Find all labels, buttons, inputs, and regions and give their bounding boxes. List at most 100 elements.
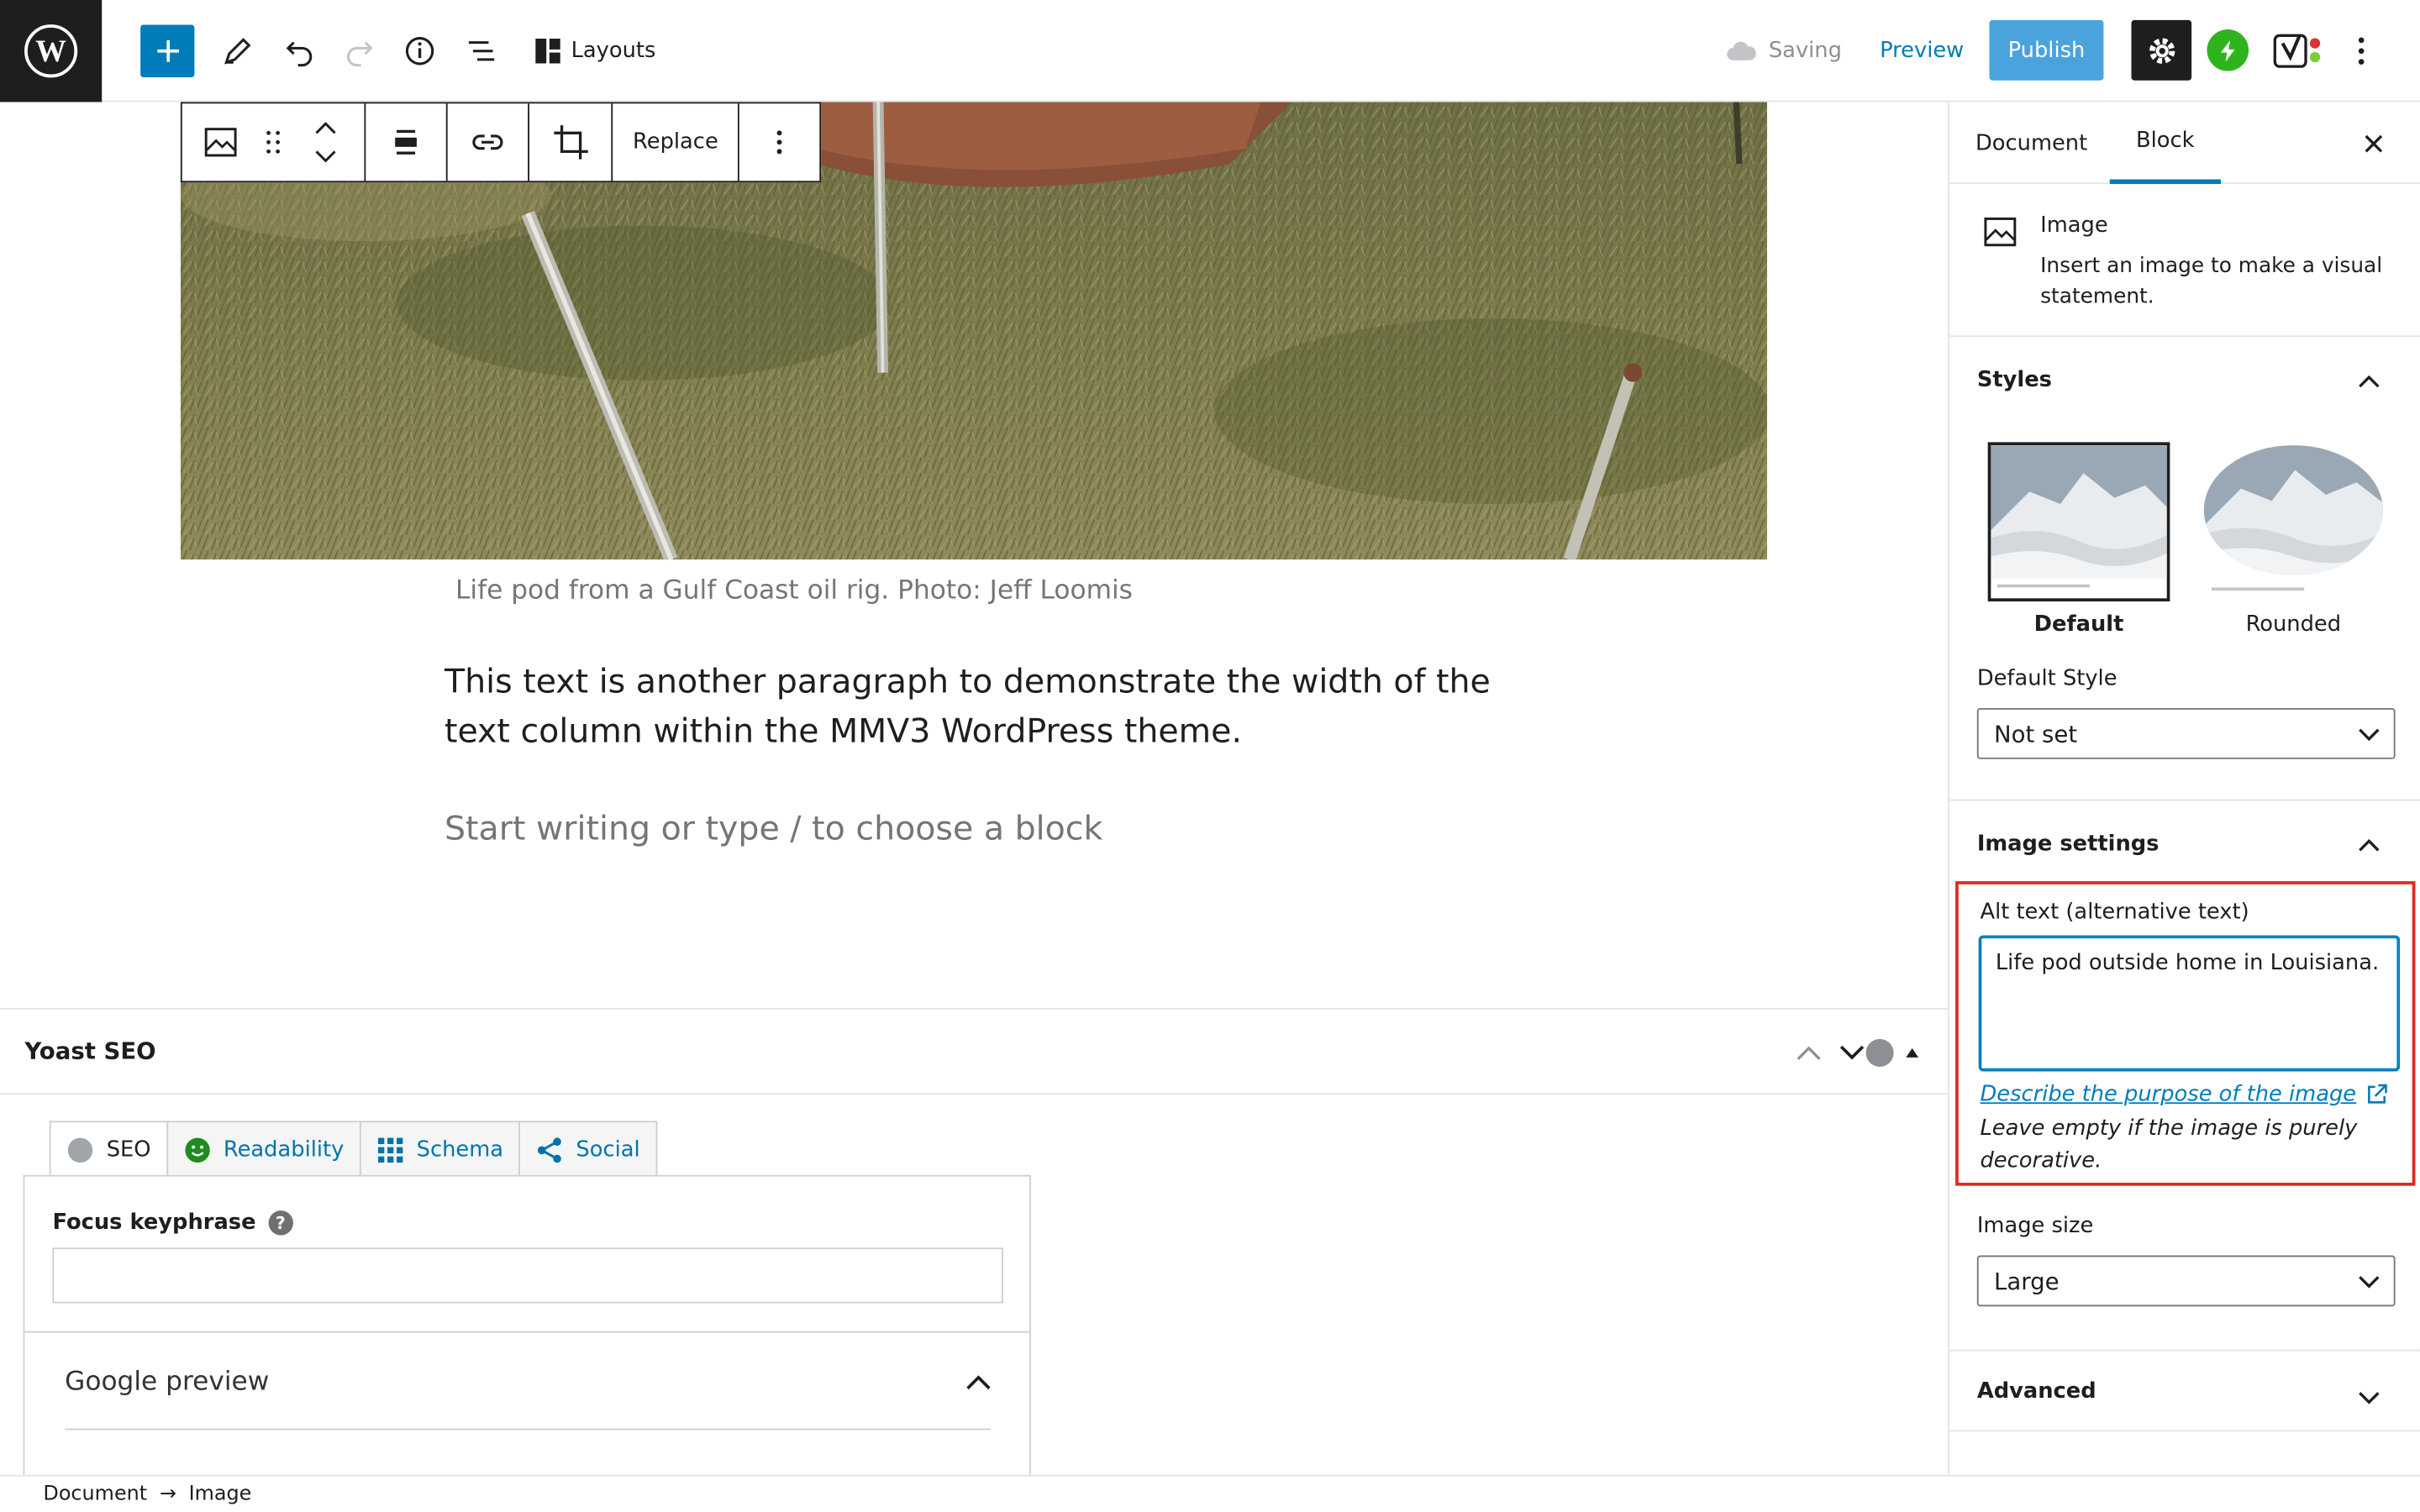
- google-preview-title[interactable]: Google preview: [65, 1367, 269, 1398]
- tab-social-label: Social: [576, 1137, 640, 1163]
- image-settings-title[interactable]: Image settings: [1977, 832, 2160, 856]
- alt-text-link-label: Describe the purpose of the image: [1980, 1082, 2357, 1107]
- image-caption[interactable]: Life pod from a Gulf Coast oil rig. Phot…: [181, 575, 1407, 606]
- image-size-label: Image size: [1976, 1213, 2094, 1239]
- focus-keyphrase-label: Focus keyphrase ?: [52, 1210, 293, 1236]
- breadcrumb-separator: →: [159, 1483, 176, 1506]
- breadcrumb-image[interactable]: Image: [189, 1483, 252, 1506]
- block-more-options-button[interactable]: [739, 103, 820, 181]
- tools-button[interactable]: [210, 24, 266, 79]
- editor-canvas[interactable]: Replace Life pod from a Gulf Coast oil r…: [0, 102, 1948, 1009]
- yoast-button[interactable]: [2273, 29, 2325, 73]
- focus-keyphrase-input[interactable]: [52, 1247, 1003, 1304]
- redo-button[interactable]: [332, 24, 387, 79]
- undo-button[interactable]: [271, 24, 327, 79]
- alt-text-help-link[interactable]: Describe the purpose of the image: [1980, 1082, 2387, 1107]
- chevron-up-icon: [2359, 375, 2380, 388]
- chevron-down-icon: [2359, 1276, 2380, 1289]
- tab-readability[interactable]: Readability: [166, 1121, 361, 1177]
- divider: [65, 1428, 992, 1431]
- advanced-panel-toggle[interactable]: [2358, 1382, 2389, 1413]
- publish-button[interactable]: Publish: [1989, 19, 2104, 81]
- seo-status-dot-icon: [67, 1137, 93, 1163]
- image-size-select[interactable]: Large: [1976, 1255, 2396, 1307]
- external-link-icon: [2367, 1084, 2387, 1104]
- style-default-label: Default: [2033, 612, 2124, 638]
- block-card-description: Insert an image to make a visual stateme…: [2040, 253, 2383, 310]
- settings-toggle-button[interactable]: [2131, 19, 2192, 81]
- mountain-thumbnail-image: [2202, 442, 2385, 601]
- crop-group: [529, 103, 613, 181]
- advanced-panel-title[interactable]: Advanced: [1977, 1379, 2096, 1404]
- align-center-icon: [395, 129, 417, 155]
- tab-seo[interactable]: SEO: [49, 1121, 168, 1179]
- move-block-buttons[interactable]: [287, 103, 365, 181]
- pencil-icon: [224, 38, 251, 65]
- preview-button[interactable]: Preview: [1865, 24, 1980, 79]
- list-view-icon: [468, 41, 495, 61]
- focus-keyphrase-text: Focus keyphrase: [52, 1210, 256, 1236]
- breadcrumb-document[interactable]: Document: [43, 1483, 147, 1506]
- google-preview-section: Google preview: [24, 1331, 1030, 1475]
- tab-readability-label: Readability: [223, 1137, 345, 1163]
- tab-social[interactable]: Social: [518, 1121, 657, 1177]
- insert-link-button[interactable]: [448, 103, 529, 181]
- styles-panel-toggle[interactable]: [2358, 365, 2389, 396]
- sidebar-tabs: Document Block: [1949, 102, 2420, 185]
- style-option-rounded[interactable]: [2202, 442, 2385, 601]
- replace-button[interactable]: Replace: [613, 103, 738, 181]
- alt-text-textarea[interactable]: Life pod outside home in Louisiana.: [1980, 937, 2399, 1070]
- paragraph-block[interactable]: This text is another paragraph to demons…: [445, 659, 1525, 758]
- yoast-seo-metabox: Yoast SEO SEO Readability Schema Social …: [0, 1008, 1948, 1475]
- content-info-button[interactable]: [392, 24, 448, 79]
- jetpack-button[interactable]: [2207, 29, 2249, 71]
- saving-label: Saving: [1768, 39, 1842, 64]
- help-icon[interactable]: ?: [268, 1210, 293, 1236]
- grid-icon: [377, 1137, 403, 1163]
- seo-tab-panel: Focus keyphrase ? Google preview: [23, 1174, 1031, 1475]
- block-breadcrumb: Document → Image: [0, 1474, 2420, 1512]
- align-button[interactable]: [366, 103, 446, 181]
- svg-text:W: W: [35, 34, 66, 68]
- wordpress-logo-button[interactable]: W: [0, 0, 103, 102]
- plus-icon: [156, 39, 179, 62]
- image-icon: [204, 128, 237, 157]
- tab-block[interactable]: Block: [2109, 102, 2221, 185]
- close-sidebar-button[interactable]: [2357, 127, 2391, 160]
- drag-handle[interactable]: [260, 103, 287, 181]
- metabox-header[interactable]: Yoast SEO: [0, 1010, 1948, 1095]
- tab-document[interactable]: Document: [1949, 102, 2114, 184]
- more-options-group: [739, 103, 820, 181]
- share-icon: [538, 1137, 562, 1163]
- block-type-button[interactable]: [182, 103, 260, 181]
- move-up-button[interactable]: [1791, 1034, 1828, 1071]
- crop-button[interactable]: [529, 103, 611, 181]
- chevron-up-icon[interactable]: [315, 122, 337, 134]
- chevron-up-icon: [1797, 1046, 1821, 1060]
- more-tools-button[interactable]: [2338, 24, 2385, 79]
- add-block-button[interactable]: [140, 24, 195, 78]
- settings-sidebar: Document Block Image Insert an image to …: [1947, 102, 2420, 1475]
- layouts-button[interactable]: Layouts: [534, 24, 672, 79]
- layouts-icon: [535, 39, 560, 64]
- toggle-panel-button[interactable]: [1894, 1034, 1931, 1071]
- styles-panel-title[interactable]: Styles: [1977, 368, 2052, 392]
- block-appender-placeholder[interactable]: Start writing or type / to choose a bloc…: [445, 810, 1102, 848]
- editor-header: W Layouts Saving Preview Publish: [0, 0, 2420, 102]
- close-icon: [2365, 134, 2383, 153]
- style-rounded-label: Rounded: [2245, 612, 2342, 638]
- block-navigation-button[interactable]: [454, 24, 509, 79]
- default-style-select[interactable]: Not set: [1976, 707, 2396, 759]
- alt-text-label: Alt text (alternative text): [1980, 900, 2249, 925]
- seo-status-dot-icon: [1865, 1038, 1894, 1067]
- tab-schema[interactable]: Schema: [359, 1121, 521, 1177]
- crop-icon: [553, 125, 587, 160]
- google-preview-toggle[interactable]: [966, 1367, 997, 1398]
- mountain-thumbnail-image: [1991, 445, 2167, 599]
- chevron-up-icon: [2359, 838, 2380, 852]
- style-option-default[interactable]: [1987, 442, 2170, 601]
- layouts-label: Layouts: [571, 39, 656, 64]
- image-settings-toggle[interactable]: [2358, 829, 2389, 860]
- alt-text-help-text: Leave empty if the image is purely decor…: [1980, 1116, 2358, 1173]
- chevron-down-icon[interactable]: [315, 150, 337, 163]
